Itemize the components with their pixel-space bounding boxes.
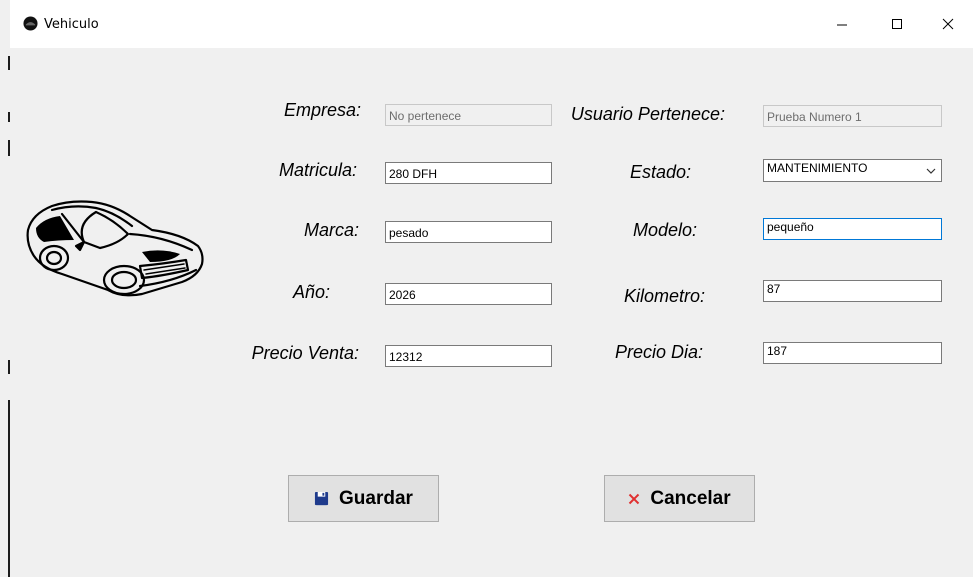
left-edge-strip [0,0,10,577]
estado-label: Estado: [629,162,691,182]
marca-field[interactable]: pesado [385,221,552,243]
precio-dia-label: Precio Dia: [614,342,703,362]
estado-select-value: MANTENIMIENTO [767,161,868,175]
minimize-button[interactable] [819,0,865,48]
window-title: Vehiculo [44,17,99,32]
modelo-label: Modelo: [632,220,697,240]
kilometro-label: Kilometro: [623,286,705,306]
minimize-icon [837,24,847,26]
cancelar-button[interactable]: Cancelar [604,475,755,522]
matricula-label: Matricula: [278,160,357,180]
floppy-disk-icon [314,491,329,506]
matricula-field[interactable]: 280 DFH [385,162,552,184]
usuario-pertenece-field[interactable]: Prueba Numero 1 [763,105,942,127]
cancelar-button-label: Cancelar [650,487,731,509]
app-dark-circle-icon [23,16,38,31]
usuario-pertenece-label: Usuario Pertenece: [570,104,725,124]
close-icon [942,18,954,30]
estado-select[interactable]: MANTENIMIENTO [763,159,942,182]
modelo-field[interactable]: pequeño [763,218,942,240]
guardar-button-label: Guardar [339,487,413,509]
maximize-icon [892,19,902,29]
kilometro-field[interactable]: 87 [763,280,942,302]
anio-field[interactable]: 2026 [385,283,552,305]
precio-dia-field[interactable]: 187 [763,342,942,364]
maximize-button[interactable] [874,0,920,48]
marca-label: Marca: [303,220,359,240]
guardar-button[interactable]: Guardar [288,475,439,522]
precio-venta-field[interactable]: 12312 [385,345,552,367]
title-bar[interactable]: Vehiculo [10,0,973,48]
precio-venta-label: Precio Venta: [251,343,359,363]
empresa-field[interactable]: No pertenece [385,104,552,126]
empresa-label: Empresa: [283,100,361,120]
chevron-down-icon [926,168,936,174]
car-outline-icon [26,200,204,297]
red-x-icon [629,493,640,504]
vehiculo-window: Vehiculo Empresa: No pertenece Usuario P… [0,0,973,577]
anio-label: Año: [292,282,330,302]
close-button[interactable] [925,0,971,48]
